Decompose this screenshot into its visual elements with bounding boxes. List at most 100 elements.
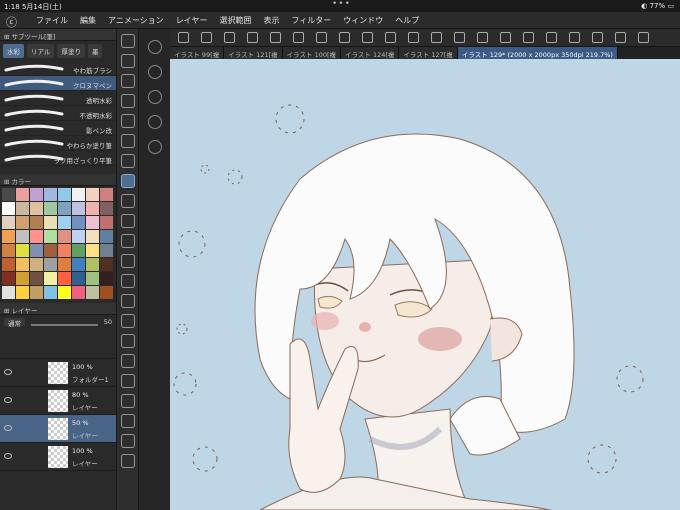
tool-icon[interactable] (120, 314, 135, 328)
color-swatch[interactable] (58, 188, 71, 201)
toolbar-icon[interactable] (569, 32, 580, 43)
command-icon[interactable] (147, 90, 162, 104)
tool-icon[interactable] (120, 194, 135, 208)
brush-item[interactable]: 不透明水彩 (0, 106, 116, 121)
layer-row[interactable]: 100 % フォルダー1 (0, 359, 116, 387)
toolbar-icon[interactable] (178, 32, 189, 43)
color-swatch[interactable] (2, 286, 15, 299)
eye-icon[interactable] (4, 425, 12, 431)
menu-item[interactable]: フィルター (291, 15, 331, 26)
toolbar-icon[interactable] (316, 32, 327, 43)
color-swatch[interactable] (72, 230, 85, 243)
document-tab[interactable]: イラスト 127[複 (399, 47, 458, 59)
color-swatch[interactable] (2, 244, 15, 257)
document-tab[interactable]: イラスト 124[複 (341, 47, 400, 59)
brush-item[interactable]: やわらか塗り筆 (0, 136, 116, 151)
color-swatch[interactable] (86, 188, 99, 201)
menu-item[interactable]: アニメーション (108, 15, 164, 26)
toolbar-icon[interactable] (385, 32, 396, 43)
color-swatch[interactable] (2, 188, 15, 201)
color-swatch[interactable] (44, 286, 57, 299)
color-swatch[interactable] (44, 202, 57, 215)
color-swatch[interactable] (86, 272, 99, 285)
menu-item[interactable]: 編集 (80, 15, 96, 26)
color-swatch[interactable] (100, 272, 113, 285)
tool-icon[interactable] (120, 414, 135, 428)
toolbar-icon[interactable] (523, 32, 534, 43)
toolbar-icon[interactable] (431, 32, 442, 43)
tool-icon[interactable] (120, 234, 135, 248)
brush-item[interactable]: ラフ用ざっくり平筆 (0, 151, 116, 166)
tool-icon[interactable] (120, 174, 135, 188)
tool-icon[interactable] (120, 254, 135, 268)
color-swatch[interactable] (72, 244, 85, 257)
color-swatch[interactable] (86, 244, 99, 257)
color-swatch[interactable] (44, 230, 57, 243)
toolbar-icon[interactable] (477, 32, 488, 43)
opacity-slider[interactable] (31, 318, 98, 326)
color-swatch[interactable] (72, 258, 85, 271)
tool-icon[interactable] (120, 274, 135, 288)
brush-item[interactable]: クロヌマペン (0, 76, 116, 91)
toolbar-icon[interactable] (454, 32, 465, 43)
layer-row[interactable]: 100 % レイヤー (0, 443, 116, 471)
toolbar-icon[interactable] (270, 32, 281, 43)
tool-icon[interactable] (120, 154, 135, 168)
subtool-tab[interactable]: リアル (27, 44, 55, 58)
menu-item[interactable]: ウィンドウ (343, 15, 383, 26)
brush-item[interactable]: やわ筋ブラシ (0, 61, 116, 76)
color-swatch[interactable] (86, 230, 99, 243)
tool-icon[interactable] (120, 354, 135, 368)
menu-item[interactable]: 選択範囲 (219, 15, 251, 26)
subtool-tab[interactable]: 厚塗り (57, 44, 85, 58)
menu-item[interactable]: 表示 (263, 15, 279, 26)
color-swatch[interactable] (58, 216, 71, 229)
brush-item[interactable]: 影ペン改 (0, 121, 116, 136)
color-swatch[interactable] (86, 202, 99, 215)
menu-item[interactable]: ファイル (36, 15, 68, 26)
color-swatch[interactable] (16, 244, 29, 257)
color-swatch[interactable] (16, 188, 29, 201)
toolbar-icon[interactable] (592, 32, 603, 43)
color-swatch[interactable] (44, 272, 57, 285)
color-swatch[interactable] (58, 286, 71, 299)
color-swatch[interactable] (16, 230, 29, 243)
command-icon[interactable] (147, 40, 162, 54)
eye-icon[interactable] (4, 369, 12, 375)
color-swatch[interactable] (72, 216, 85, 229)
color-swatch[interactable] (44, 258, 57, 271)
tool-icon[interactable] (120, 374, 135, 388)
document-tab[interactable]: イラスト 129* (2000 x 2000px 350dpi 219.7%) (457, 47, 618, 59)
toolbar-icon[interactable] (615, 32, 626, 43)
eye-icon[interactable] (4, 397, 12, 403)
toolbar-icon[interactable] (293, 32, 304, 43)
toolbar-icon[interactable] (224, 32, 235, 43)
tool-icon[interactable] (120, 34, 135, 48)
blend-mode-select[interactable]: 通常 (4, 318, 25, 328)
color-swatch[interactable] (72, 272, 85, 285)
color-swatch[interactable] (58, 272, 71, 285)
command-icon[interactable] (147, 140, 162, 154)
color-swatch[interactable] (100, 202, 113, 215)
color-swatch[interactable] (16, 216, 29, 229)
eye-icon[interactable] (4, 453, 12, 459)
drawing-canvas[interactable] (170, 59, 680, 510)
color-swatch[interactable] (86, 216, 99, 229)
toolbar-icon[interactable] (362, 32, 373, 43)
toolbar-icon[interactable] (408, 32, 419, 43)
color-swatch[interactable] (58, 230, 71, 243)
color-swatch[interactable] (30, 202, 43, 215)
tool-icon[interactable] (120, 74, 135, 88)
color-swatch[interactable] (30, 258, 43, 271)
toolbar-icon[interactable] (201, 32, 212, 43)
layer-row[interactable]: 80 % レイヤー (0, 387, 116, 415)
tool-icon[interactable] (120, 454, 135, 468)
document-tab[interactable]: イラスト 121[複 (224, 47, 283, 59)
tool-icon[interactable] (120, 394, 135, 408)
subtool-tab[interactable]: 水彩 (3, 44, 24, 58)
subtool-tab[interactable]: 墨 (87, 44, 103, 58)
color-swatch[interactable] (44, 216, 57, 229)
menu-item[interactable]: レイヤー (176, 15, 208, 26)
tool-icon[interactable] (120, 434, 135, 448)
color-swatch[interactable] (86, 258, 99, 271)
